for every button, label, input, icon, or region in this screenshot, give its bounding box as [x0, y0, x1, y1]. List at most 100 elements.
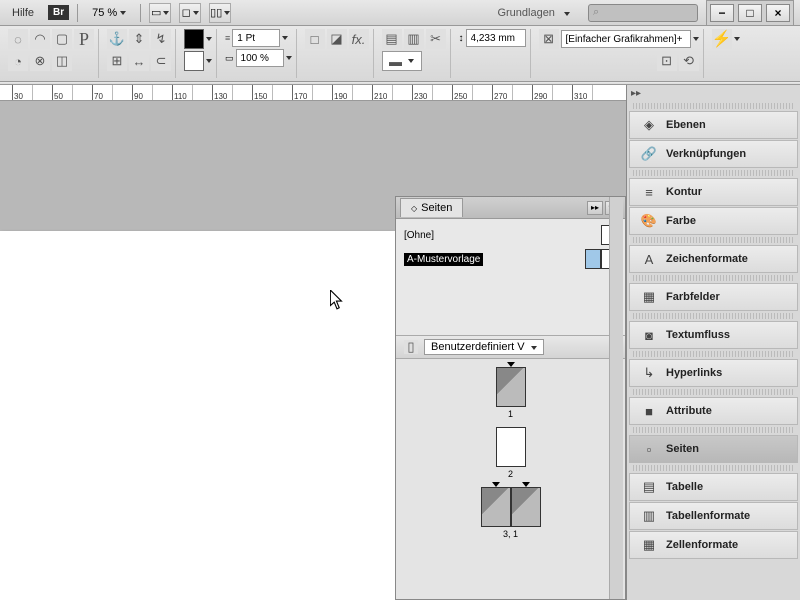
page-number: 2	[508, 469, 513, 479]
panel-icon: 🎨	[640, 213, 658, 229]
workspace-selector[interactable]: Grundlagen	[487, 5, 580, 21]
panel-icon: ▤	[640, 479, 658, 495]
view-options-button[interactable]: ▭	[149, 3, 171, 23]
panel-textumfluss[interactable]: ◙Textumfluss	[629, 321, 798, 349]
panel-icon: ▦	[640, 537, 658, 553]
dock-collapse-icon[interactable]: ▸▸	[631, 88, 641, 99]
panel-attribute[interactable]: ■Attribute	[629, 397, 798, 425]
panel-icon: ≡	[640, 184, 658, 200]
page-thumb-1[interactable]	[496, 367, 526, 407]
panel-icon: ▫	[640, 441, 658, 457]
page-thumb-3[interactable]	[481, 487, 511, 527]
panel-tabelle[interactable]: ▤ Tabelle	[629, 473, 798, 501]
page-number: 1	[508, 409, 513, 419]
reflow-icon[interactable]: ↯	[151, 29, 171, 49]
arrange-button[interactable]: ▯▯	[209, 3, 231, 23]
ruler-tick: 210	[372, 85, 392, 101]
ruler-tick: 310	[572, 85, 592, 101]
distribute-icon[interactable]: ⇕	[129, 29, 149, 49]
panel-icon: 🔗	[640, 146, 658, 162]
zoom-selector[interactable]: 75 %	[86, 7, 132, 19]
crop-icon[interactable]: ✂	[426, 29, 446, 49]
page-size-selector[interactable]: Benutzerdefiniert V	[424, 339, 544, 355]
pie-icon[interactable]: ◔	[8, 51, 28, 71]
zoom-value: 75 %	[92, 7, 117, 19]
ellipse-dashed-icon[interactable]: ◌	[8, 29, 28, 49]
pages-tab[interactable]: ◇Seiten	[400, 198, 463, 217]
ruler-tick: 270	[492, 85, 512, 101]
arc-icon[interactable]: ◠	[30, 29, 50, 49]
panel-hyperlinks[interactable]: ↳Hyperlinks	[629, 359, 798, 387]
panel-icon: A	[640, 251, 658, 267]
frame-icon[interactable]: ⊠	[539, 29, 559, 49]
ruler-tick: 150	[252, 85, 272, 101]
panel-farbfelder[interactable]: ▦ Farbfelder	[629, 283, 798, 311]
panel-zeichenformate[interactable]: AZeichenformate	[629, 245, 798, 273]
opacity-input[interactable]	[236, 49, 284, 67]
menu-help[interactable]: Hilfe	[6, 5, 40, 21]
search-input[interactable]: ⌕	[588, 4, 698, 22]
master-none[interactable]: [Ohne]	[404, 230, 434, 241]
page[interactable]	[0, 231, 395, 600]
spacing-icon[interactable]: ↔	[129, 51, 149, 71]
new-style-icon[interactable]: ⊡	[657, 51, 677, 71]
text-wrap-left-icon[interactable]: ▤	[382, 29, 402, 49]
fx-icon[interactable]: fx.	[349, 29, 369, 49]
close-button[interactable]: ×	[766, 4, 790, 22]
ruler-tick: 90	[132, 85, 152, 101]
square-outline-icon[interactable]: □	[305, 29, 325, 49]
panel-label: Farbfelder	[666, 291, 720, 303]
master-a[interactable]: A-Mustervorlage	[404, 253, 483, 266]
page-thumb-2[interactable]	[496, 427, 526, 467]
panel-icon: ■	[640, 403, 658, 419]
bridge-badge[interactable]: Br	[48, 5, 69, 20]
page-size-icon[interactable]: ▯	[404, 340, 418, 354]
square-segment-icon[interactable]: ◫	[52, 51, 72, 71]
pages-tab-label: Seiten	[421, 202, 452, 214]
panel-icon: ◈	[640, 117, 658, 133]
height-input[interactable]	[466, 29, 526, 47]
chain-icon[interactable]: ⊂	[151, 51, 171, 71]
maximize-button[interactable]: □	[738, 4, 762, 22]
horizontal-ruler[interactable]: 3050709011013015017019021023025027029031…	[0, 85, 628, 101]
panel-zellenformate[interactable]: ▦Zellenformate	[629, 531, 798, 559]
panel-kontur[interactable]: ≡ Kontur	[629, 178, 798, 206]
crossed-circle-icon[interactable]: ⊗	[30, 51, 50, 71]
page-thumb-3b[interactable]	[511, 487, 541, 527]
panel-label: Kontur	[666, 186, 702, 198]
square-dashed-icon[interactable]: ▢	[52, 29, 72, 49]
panel-verknüpfungen[interactable]: 🔗Verknüpfungen	[629, 140, 798, 168]
control-panel: ◌ ◠ ▢ P ◔ ⊗ ◫ ⚓ ⇕ ↯ ⊞ ↔ ⊂ ≡	[0, 26, 800, 82]
quick-apply-icon[interactable]: ⚡	[712, 29, 732, 49]
corner-icon[interactable]: ◪	[327, 29, 347, 49]
panel-label: Tabellenformate	[666, 510, 750, 522]
master-a-left-thumb[interactable]	[585, 249, 601, 269]
panel-label: Tabelle	[666, 481, 703, 493]
chevron-down-icon	[120, 11, 126, 15]
panel-icon: ▦	[640, 289, 658, 305]
ruler-tick: 230	[412, 85, 432, 101]
clear-override-icon[interactable]: ⟲	[679, 51, 699, 71]
panel-ebenen[interactable]: ◈ Ebenen	[629, 111, 798, 139]
panel-label: Ebenen	[666, 119, 706, 131]
object-style-input[interactable]	[561, 30, 691, 48]
collapse-button[interactable]: ▸▸	[587, 201, 603, 215]
panel-farbe[interactable]: 🎨Farbe	[629, 207, 798, 235]
minimize-button[interactable]: −	[710, 4, 734, 22]
ruler-tick: 130	[212, 85, 232, 101]
stroke-swatch[interactable]	[184, 51, 204, 71]
paragraph-icon[interactable]: P	[74, 29, 94, 49]
fill-swatch[interactable]	[184, 29, 204, 49]
anchor-icon[interactable]: ⚓	[107, 29, 127, 49]
align-icon[interactable]: ⊞	[107, 51, 127, 71]
stroke-weight-input[interactable]	[232, 29, 280, 47]
panel-tabellenformate[interactable]: ▥Tabellenformate	[629, 502, 798, 530]
ruler-tick: 110	[172, 85, 192, 101]
ruler-tick: 70	[92, 85, 112, 101]
align-selector[interactable]: ▬	[382, 51, 422, 71]
text-wrap-right-icon[interactable]: ▥	[404, 29, 424, 49]
ruler-tick: 190	[332, 85, 352, 101]
panel-seiten[interactable]: ▫Seiten	[629, 435, 798, 463]
panel-label: Hyperlinks	[666, 367, 722, 379]
screen-mode-button[interactable]: ◻	[179, 3, 201, 23]
